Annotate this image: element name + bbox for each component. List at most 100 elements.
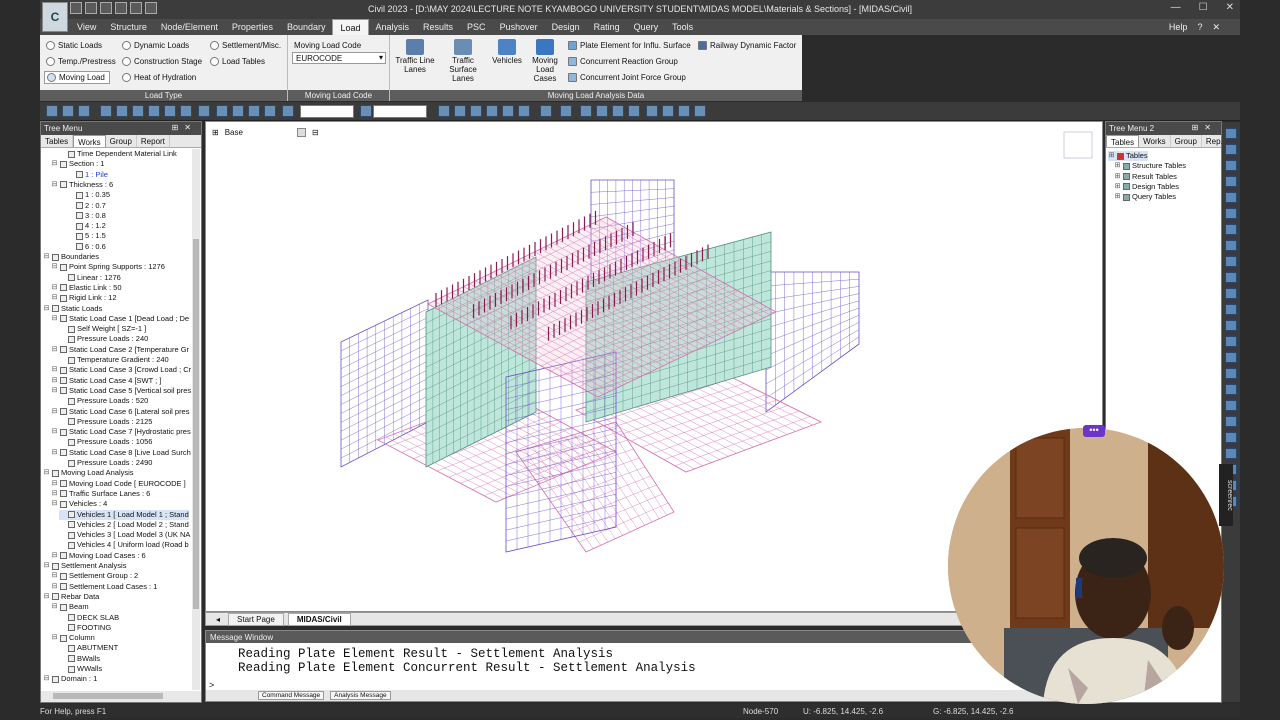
- view-tool-icon[interactable]: [1225, 448, 1237, 459]
- tree-node[interactable]: ⊟ Boundaries: [43, 252, 99, 262]
- tables-tree-node[interactable]: ⊞ Query Tables: [1114, 192, 1177, 202]
- help-icon[interactable]: ?: [1197, 22, 1202, 33]
- toolbar-tool-icon[interactable]: [216, 105, 228, 117]
- expand-icon[interactable]: ⊟: [51, 602, 58, 612]
- menu-analysis[interactable]: Analysis: [369, 19, 417, 35]
- view-tool-icon[interactable]: [1225, 144, 1237, 155]
- view-tool-icon[interactable]: [1225, 272, 1237, 283]
- expand-icon[interactable]: ⊟: [51, 262, 58, 272]
- tree-node[interactable]: ⊟ Elastic Link : 50: [51, 283, 122, 293]
- expand-icon[interactable]: ⊟: [51, 448, 58, 458]
- tree-node[interactable]: ⊟ Static Load Case 3 [Crowd Load ; Cr: [51, 365, 191, 375]
- toolbar-tool-icon[interactable]: [360, 105, 372, 117]
- app-logo[interactable]: C: [42, 2, 68, 32]
- expand-icon[interactable]: ⊟: [51, 376, 58, 386]
- dynamic-loads-button[interactable]: Dynamic Loads: [122, 41, 189, 50]
- expand-icon[interactable]: ⊟: [51, 479, 58, 489]
- traffic-line-lanes-button[interactable]: Traffic Line Lanes: [394, 39, 436, 74]
- tables-tree-node[interactable]: ⊞ Structure Tables: [1114, 161, 1187, 171]
- view-tool-icon[interactable]: [1225, 304, 1237, 315]
- toolbar-tool-icon[interactable]: [454, 105, 466, 117]
- tree-node[interactable]: ⊟ Rebar Data: [43, 592, 100, 602]
- tree-node[interactable]: Pressure Loads : 2125: [59, 417, 152, 427]
- view-tool-icon[interactable]: [1225, 320, 1237, 331]
- menu-boundary[interactable]: Boundary: [280, 19, 333, 35]
- moving-load-cases-button[interactable]: Moving Load Cases: [524, 39, 566, 83]
- tree-node[interactable]: ⊟ Static Load Case 2 [Temperature Gr: [51, 345, 190, 355]
- menu-structure[interactable]: Structure: [103, 19, 154, 35]
- temp-prestress-button[interactable]: Temp./Prestress: [46, 57, 116, 66]
- toolbar-tool-icon[interactable]: [100, 105, 112, 117]
- tree-node[interactable]: ABUTMENT: [59, 643, 118, 653]
- heat-of-hydration-button[interactable]: Heat of Hydration: [122, 73, 196, 82]
- expand-icon[interactable]: ⊟: [51, 551, 58, 561]
- expand-icon[interactable]: ⊟: [43, 252, 50, 262]
- toolbar-tool-icon[interactable]: [198, 105, 210, 117]
- expand-icon[interactable]: ⊟: [51, 582, 58, 592]
- toolbar-tool-icon[interactable]: [148, 105, 160, 117]
- static-loads-button[interactable]: Static Loads: [46, 41, 102, 50]
- toolbar-tool-icon[interactable]: [486, 105, 498, 117]
- command-prompt[interactable]: >: [209, 680, 214, 690]
- tree-node[interactable]: Vehicles 4 [ Uniform load (Road b: [59, 540, 189, 550]
- tree-node[interactable]: ⊟ Settlement Analysis: [43, 561, 127, 571]
- toolbar-tool-icon[interactable]: [116, 105, 128, 117]
- expand-icon[interactable]: ⊞: [1108, 151, 1115, 161]
- nav-left-icon[interactable]: ◂: [212, 615, 224, 624]
- toolbar-tool-icon[interactable]: [470, 105, 482, 117]
- expand-icon[interactable]: ⊟: [51, 180, 58, 190]
- toolbar-combo-1[interactable]: [300, 105, 354, 118]
- close-doc-icon[interactable]: ✕: [1212, 22, 1220, 33]
- pile-cap[interactable]: [515, 421, 675, 553]
- tree-node[interactable]: Pressure Loads : 520: [59, 396, 148, 406]
- toolbar-tool-icon[interactable]: [580, 105, 592, 117]
- tree-node[interactable]: ⊟ Static Loads: [43, 304, 103, 314]
- toolbar-tool-icon[interactable]: [612, 105, 624, 117]
- toolbar-tool-icon[interactable]: [62, 105, 74, 117]
- tree-node[interactable]: ⊟ Static Load Case 6 [Lateral soil pres: [51, 407, 190, 417]
- expand-icon[interactable]: ⊟: [51, 365, 58, 375]
- tree-node[interactable]: Vehicles 3 [ Load Model 3 (UK NA: [59, 530, 190, 540]
- traffic-surface-lanes-button[interactable]: Traffic Surface Lanes: [438, 39, 488, 83]
- expand-icon[interactable]: ⊟: [43, 468, 50, 478]
- view-tool-icon[interactable]: [1225, 176, 1237, 187]
- menu-load[interactable]: Load: [332, 19, 369, 35]
- expand-icon[interactable]: ⊟: [51, 407, 58, 417]
- toolbar-combo-2[interactable]: [373, 105, 427, 118]
- settlement-misc-button[interactable]: Settlement/Misc.: [210, 41, 281, 50]
- tree-node[interactable]: ⊟ Settlement Group : 2: [51, 571, 139, 581]
- menu-properties[interactable]: Properties: [225, 19, 280, 35]
- toolbar-tool-icon[interactable]: [662, 105, 674, 117]
- expand-icon[interactable]: ⊟: [51, 159, 58, 169]
- more-options-button[interactable]: •••: [1083, 425, 1105, 437]
- tree-node[interactable]: ⊟ Static Load Case 4 [SWT ; ]: [51, 376, 162, 386]
- tree-node[interactable]: ⊟ Domain : 1: [43, 674, 98, 684]
- tab-command-message[interactable]: Command Message: [258, 691, 325, 700]
- tree-node[interactable]: ⊟ Traffic Surface Lanes : 6: [51, 489, 151, 499]
- load-tables-button[interactable]: Load Tables: [210, 57, 265, 66]
- expand-icon[interactable]: ⊟: [43, 592, 50, 602]
- view-tool-icon[interactable]: [1225, 224, 1237, 235]
- vehicles-button[interactable]: Vehicles: [490, 39, 524, 65]
- tree-node[interactable]: ⊟ Rigid Link : 12: [51, 293, 117, 303]
- tab-works[interactable]: Works: [1139, 135, 1171, 147]
- view-tool-icon[interactable]: [1225, 384, 1237, 395]
- toolbar-tool-icon[interactable]: [628, 105, 640, 117]
- tree-node[interactable]: Pressure Loads : 240: [59, 334, 148, 344]
- tree-node[interactable]: Pressure Loads : 1056: [59, 437, 152, 447]
- pin-icon[interactable]: ⊞✕: [172, 123, 197, 132]
- expand-icon[interactable]: ⊞: [1114, 182, 1121, 192]
- tree-node[interactable]: ⊟ Settlement Load Cases : 1: [51, 582, 158, 592]
- toolbar-tool-icon[interactable]: [264, 105, 276, 117]
- view-tool-icon[interactable]: [1225, 288, 1237, 299]
- toolbar-tool-icon[interactable]: [180, 105, 192, 117]
- tab-group[interactable]: Group: [1171, 135, 1202, 147]
- view-tool-icon[interactable]: [1225, 368, 1237, 379]
- expand-icon[interactable]: ⊟: [51, 386, 58, 396]
- expand-icon[interactable]: ⊟: [51, 427, 58, 437]
- tables-tree-node[interactable]: ⊞ Design Tables: [1114, 182, 1179, 192]
- toolbar-tool-icon[interactable]: [560, 105, 572, 117]
- tree-vertical-scrollbar[interactable]: [192, 149, 200, 690]
- view-tool-icon[interactable]: [1225, 128, 1237, 139]
- plate-element-influ-button[interactable]: Plate Element for Influ. Surface: [568, 41, 691, 50]
